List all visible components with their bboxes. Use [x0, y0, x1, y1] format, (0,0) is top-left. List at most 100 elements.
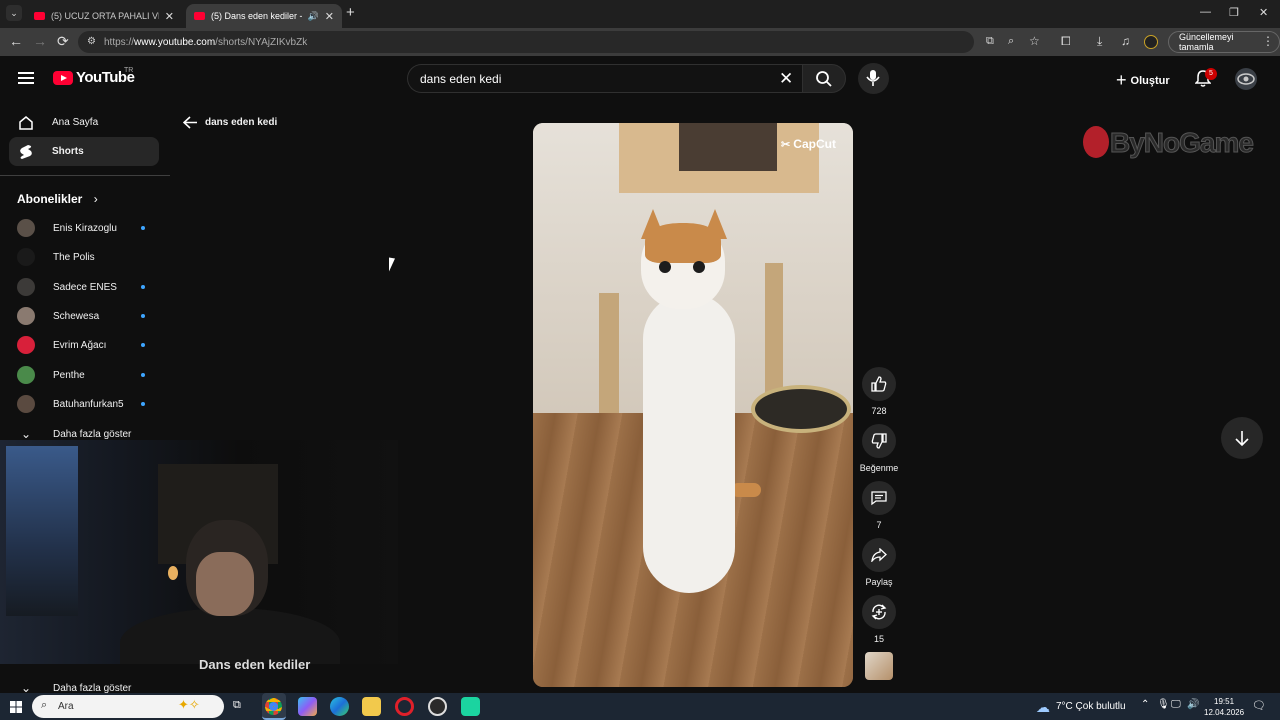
- new-tab-button[interactable]: +: [346, 4, 355, 21]
- zoom-icon[interactable]: ⌕: [1008, 35, 1014, 48]
- subscriptions-heading[interactable]: Abonelikler ›: [17, 192, 98, 206]
- comment-icon: [871, 491, 887, 506]
- minimize-window-button[interactable]: —: [1200, 6, 1211, 18]
- tab-search-dropdown-button[interactable]: ⌄: [6, 5, 22, 21]
- close-window-button[interactable]: ✕: [1259, 6, 1268, 19]
- remix-button[interactable]: [862, 595, 896, 629]
- forward-arrow-icon[interactable]: →: [33, 33, 47, 49]
- close-tab-icon[interactable]: ✕: [325, 10, 334, 23]
- browser-tab-2[interactable]: (5) Dans eden kediler - YouTube 🔊 ✕: [186, 4, 342, 28]
- taskbar-clock[interactable]: 19:51 12.04.2026: [1204, 696, 1244, 718]
- windows-start-icon[interactable]: [10, 701, 22, 713]
- tab-title: (5) Dans eden kediler - YouTube: [211, 11, 302, 21]
- account-avatar[interactable]: [1235, 68, 1257, 90]
- show-more-subscriptions[interactable]: ⌄ Daha fazla göster: [17, 427, 131, 441]
- webcam-person-face: [196, 552, 254, 616]
- sidebar-item-label: Ana Sayfa: [52, 117, 99, 128]
- subscription-item[interactable]: Schewesa: [17, 306, 157, 326]
- sound-thumbnail[interactable]: [865, 652, 893, 680]
- subscription-item[interactable]: Enis Kirazoglu: [17, 218, 157, 238]
- search-input[interactable]: dans eden kedi: [407, 64, 802, 93]
- obs-taskbar-icon[interactable]: [428, 697, 447, 716]
- address-bar[interactable]: ⚙ https://www.youtube.com/shorts/NYAjZIK…: [78, 31, 1040, 53]
- taskbar-weather[interactable]: 7°C Çok bulutlu: [1056, 701, 1126, 712]
- opera-taskbar-icon[interactable]: [395, 697, 414, 716]
- search-highlight-icon: ✦✧: [178, 697, 200, 712]
- url-path: /shorts/NYAjZIKvbZk: [215, 36, 308, 48]
- profile-avatar[interactable]: [1144, 35, 1158, 49]
- subscription-item[interactable]: Evrim Ağacı: [17, 335, 157, 355]
- site-info-icon[interactable]: ⚙: [87, 36, 96, 47]
- copilot-taskbar-icon[interactable]: [298, 697, 317, 716]
- sidebar-item-home[interactable]: Ana Sayfa: [9, 108, 159, 137]
- dislike-button[interactable]: [862, 424, 896, 458]
- comments-button[interactable]: [862, 481, 896, 515]
- downloads-icon[interactable]: ⤓: [1097, 34, 1102, 49]
- home-icon: [18, 115, 34, 131]
- task-view-icon[interactable]: ⧉: [233, 699, 241, 712]
- youtube-favicon-icon: [34, 12, 45, 20]
- webcam-lamp: [168, 566, 178, 580]
- next-short-button[interactable]: [1221, 417, 1263, 459]
- subscription-item[interactable]: The Polis: [17, 247, 157, 267]
- video-cabinet-opening: [679, 123, 777, 171]
- create-button[interactable]: + Oluştur: [1116, 70, 1170, 91]
- subscription-item[interactable]: Penthe: [17, 365, 157, 385]
- create-label: Oluştur: [1130, 74, 1170, 87]
- new-content-dot: [141, 402, 145, 406]
- youtube-logo-icon[interactable]: [53, 71, 73, 85]
- like-button[interactable]: [862, 367, 896, 401]
- clear-search-icon[interactable]: ✕: [779, 69, 793, 89]
- short-video-player[interactable]: ✂ CapCut: [533, 123, 853, 687]
- search-icon: [816, 71, 832, 87]
- voice-search-button[interactable]: [858, 63, 889, 94]
- subscription-item[interactable]: Batuhanfurkan5: [17, 394, 157, 414]
- media-control-icon[interactable]: ♫: [1121, 34, 1130, 48]
- audio-playing-icon[interactable]: 🔊: [308, 11, 319, 22]
- browser-menu-icon[interactable]: ⋮: [1262, 34, 1274, 48]
- volume-icon[interactable]: 🔊: [1187, 699, 1199, 710]
- subscription-item[interactable]: Sadece ENES: [17, 277, 157, 297]
- extensions-icon[interactable]: ⧠: [1061, 34, 1071, 49]
- comment-count: 7: [876, 520, 882, 530]
- search-button[interactable]: [802, 64, 846, 93]
- microphone-tray-icon[interactable]: 🎙: [1157, 699, 1170, 710]
- webcam-person-body: [120, 608, 340, 664]
- taskbar-search-input[interactable]: ⌕ Ara ✦✧: [32, 695, 224, 718]
- notifications-center-icon[interactable]: 🗨: [1252, 699, 1266, 712]
- video-scratch-post: [765, 263, 783, 403]
- tray-chevron-icon[interactable]: ⌃: [1141, 699, 1149, 710]
- plus-icon: +: [1116, 70, 1127, 90]
- bookmark-star-icon[interactable]: ☆: [1029, 34, 1040, 48]
- channel-avatar: [17, 278, 35, 296]
- browser-tab-1[interactable]: (5) UCUZ ORTA PAHALI VE ULTRA ✕: [26, 4, 182, 28]
- channel-avatar: [17, 336, 35, 354]
- close-tab-icon[interactable]: ✕: [165, 10, 174, 23]
- like-count: 728: [871, 406, 887, 416]
- dislike-label: Beğenme: [859, 463, 899, 473]
- channel-avatar: [17, 307, 35, 325]
- windows-taskbar: ⌕ Ara ✦✧ ⧉ ☁ 7°C Çok bulutlu ⌃ 🎙 🖵 🔊 19:…: [0, 693, 1280, 720]
- reload-icon[interactable]: ⟳: [57, 33, 69, 50]
- guide-menu-icon[interactable]: [18, 70, 34, 84]
- edge-taskbar-icon[interactable]: [330, 697, 349, 716]
- sidebar-item-shorts[interactable]: Shorts: [9, 137, 159, 166]
- new-content-dot: [141, 226, 145, 230]
- country-code: TR: [124, 67, 134, 74]
- restore-window-button[interactable]: ❐: [1229, 6, 1239, 19]
- webcam-window: [6, 446, 78, 616]
- file-explorer-taskbar-icon[interactable]: [362, 697, 381, 716]
- stream-brand-watermark: ByNoGame: [1110, 127, 1255, 159]
- chrome-taskbar-icon[interactable]: [262, 693, 286, 720]
- channel-avatar: [17, 395, 35, 413]
- back-arrow-icon[interactable]: ←: [9, 33, 23, 49]
- new-content-dot: [141, 314, 145, 318]
- channel-avatar: [17, 248, 35, 266]
- video-cat-bed: [751, 385, 851, 433]
- share-button[interactable]: [862, 538, 896, 572]
- network-icon[interactable]: 🖵: [1171, 699, 1181, 710]
- install-app-icon[interactable]: ⧉: [986, 35, 994, 48]
- chevron-right-icon: ›: [93, 192, 98, 206]
- back-to-search-link[interactable]: dans eden kedi: [183, 116, 277, 129]
- app-taskbar-icon[interactable]: [461, 697, 480, 716]
